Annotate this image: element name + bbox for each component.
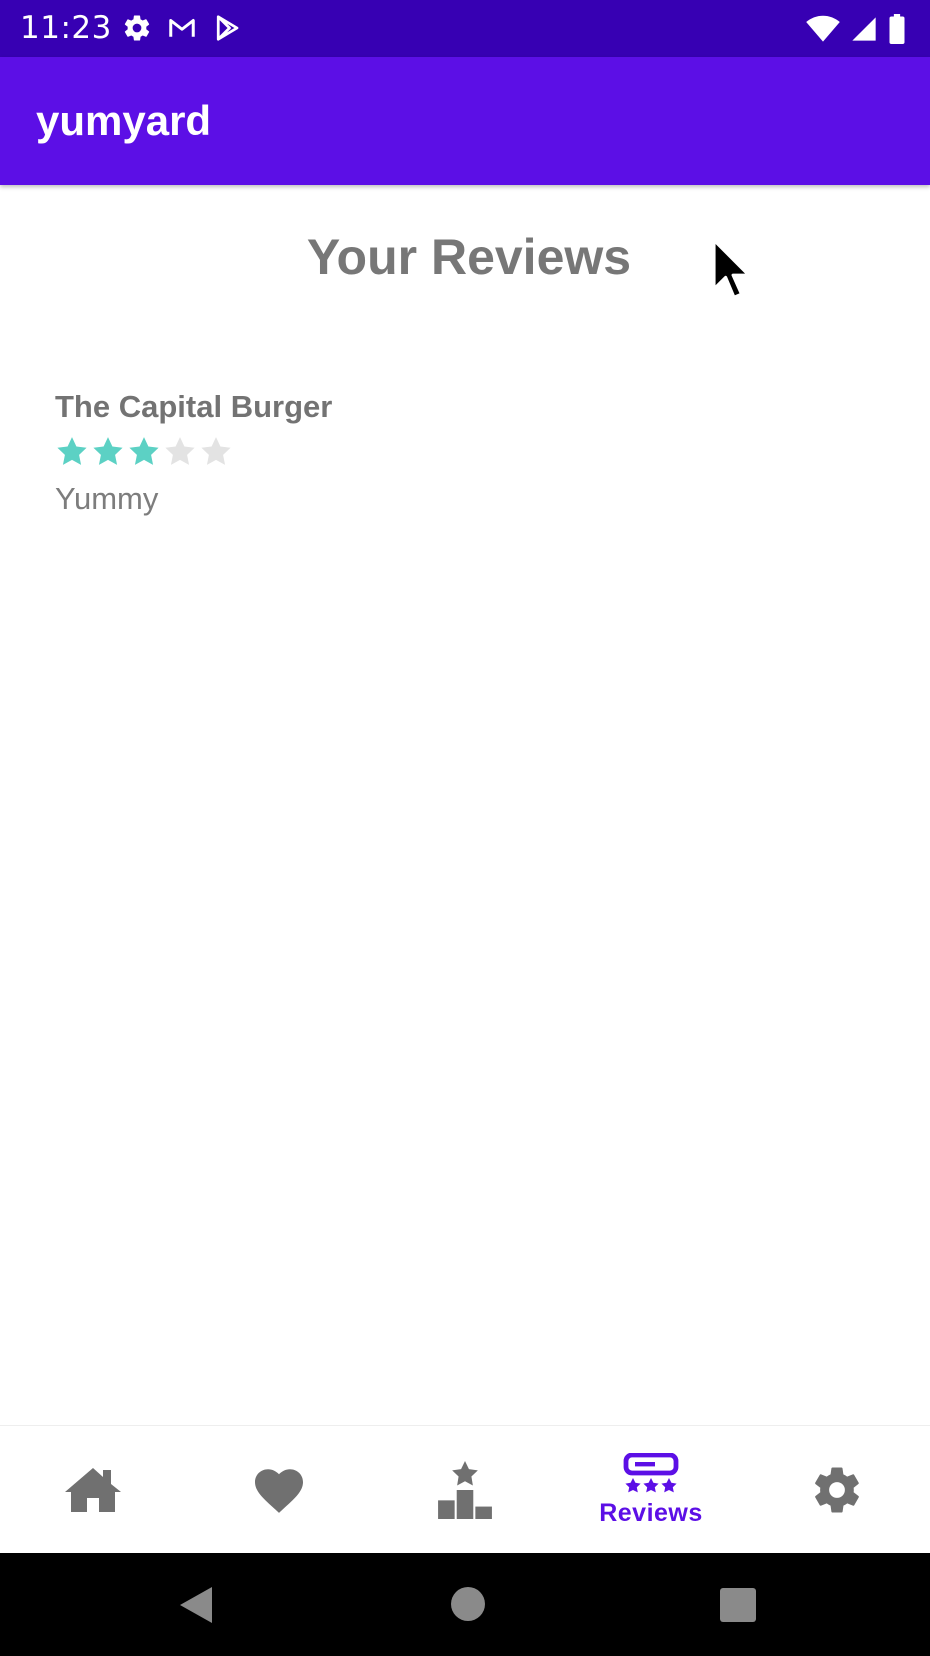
status-bar: 11:23 — [0, 0, 930, 57]
recents-icon[interactable] — [720, 1588, 756, 1622]
home-icon — [65, 1468, 121, 1512]
nav-item-home[interactable] — [0, 1426, 186, 1554]
nav-label-reviews: Reviews — [599, 1498, 703, 1527]
bottom-navigation: Reviews — [0, 1425, 930, 1554]
app-bar: yumyard — [0, 57, 930, 185]
review-restaurant-name: The Capital Burger — [55, 389, 333, 424]
nav-item-favorites[interactable] — [186, 1426, 372, 1554]
star-filled-icon — [57, 437, 87, 465]
leaderboard-icon — [438, 1461, 492, 1519]
star-empty-icon — [165, 437, 195, 465]
back-icon[interactable] — [178, 1585, 214, 1625]
heart-icon — [255, 1469, 303, 1513]
nav-item-reviews[interactable]: Reviews — [558, 1426, 744, 1554]
settings-icon — [815, 1467, 859, 1513]
battery-icon — [889, 14, 905, 44]
wifi-icon — [806, 15, 840, 42]
mouse-cursor-icon — [712, 239, 751, 299]
page-title: Your Reviews — [306, 229, 632, 285]
nav-item-settings[interactable] — [744, 1426, 930, 1554]
status-notification-icons — [122, 13, 242, 43]
signal-icon — [852, 17, 876, 41]
gmail-icon — [169, 19, 195, 37]
app-title: yumyard — [36, 97, 212, 144]
reviews-icon — [623, 1452, 679, 1492]
status-system-icons — [806, 14, 906, 44]
nav-item-leaderboard[interactable] — [372, 1426, 558, 1554]
review-comment: Yummy — [55, 481, 159, 516]
star-filled-icon — [93, 437, 123, 465]
star-filled-icon — [129, 437, 159, 465]
home-circle-icon[interactable] — [450, 1586, 486, 1622]
rating-stars — [55, 435, 332, 471]
system-navigation-bar — [0, 1553, 930, 1656]
review-card[interactable]: The Capital Burger Yummy — [55, 387, 332, 517]
screen: 11:23 yumyard Your Reviews The Capital B… — [0, 0, 930, 1656]
star-empty-icon — [201, 437, 231, 465]
play-store-icon — [216, 15, 239, 41]
status-time: 11:23 — [20, 10, 112, 46]
gear-icon — [124, 15, 150, 41]
